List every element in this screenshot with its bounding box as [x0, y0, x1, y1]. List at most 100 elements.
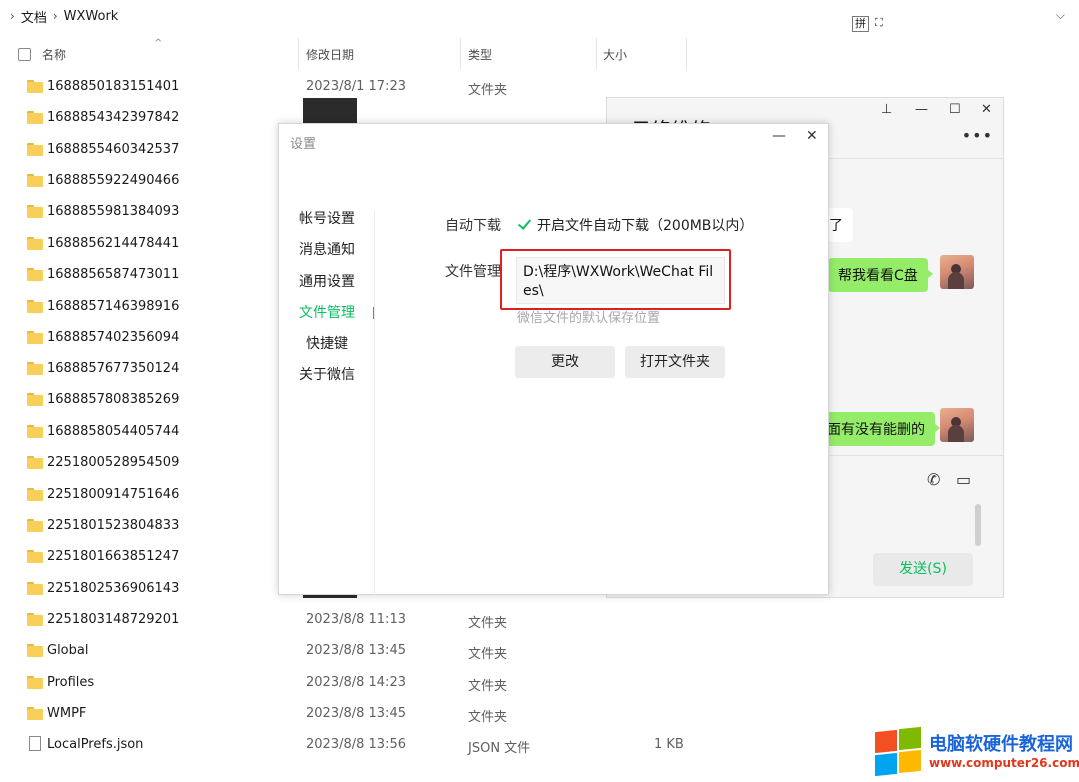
breadcrumb: › 文档 › WXWork ⌵ [0, 0, 1079, 32]
column-divider[interactable] [596, 38, 597, 70]
sort-up-icon: ^ [154, 38, 163, 49]
column-divider[interactable] [460, 38, 461, 70]
folder-icon [27, 456, 43, 469]
chat-message: 面有没有能删的 [817, 412, 940, 446]
file-name: 2251801523804833 [47, 518, 180, 533]
nav-item-account[interactable]: 帐号设置 [299, 208, 355, 228]
folder-icon [27, 582, 43, 595]
folder-icon [27, 268, 43, 281]
file-name: 1688856214478441 [47, 236, 180, 251]
folder-icon [27, 488, 43, 501]
folder-icon [27, 519, 43, 532]
file-name: 1688857677350124 [47, 361, 180, 376]
file-name: 2251800528954509 [47, 455, 180, 470]
file-name: 1688857402356094 [47, 330, 180, 345]
nav-item-about[interactable]: 关于微信 [299, 364, 355, 384]
chevron-down-icon[interactable]: ⌵ [1056, 8, 1065, 23]
folder-icon [27, 707, 43, 720]
ime-mode[interactable]: 拼 [852, 16, 869, 32]
watermark-title: 电脑软硬件教程网 [929, 734, 1073, 755]
column-divider[interactable] [298, 38, 299, 70]
ime-indicator[interactable]: 拼 ⛶ [852, 16, 883, 32]
more-icon[interactable]: ••• [962, 126, 993, 145]
file-name: 2251801663851247 [47, 549, 180, 564]
file-row[interactable]: Global 2023/8/8 13:45 文件夹 [0, 636, 720, 667]
video-icon[interactable]: ▭ [956, 470, 971, 489]
file-name: WMPF [47, 706, 87, 721]
breadcrumb-item[interactable]: WXWork [64, 9, 119, 24]
folder-icon [27, 205, 43, 218]
folder-icon [27, 80, 43, 93]
file-type: 文件夹 [468, 710, 508, 725]
file-row[interactable]: WMPF 2023/8/8 13:45 文件夹 [0, 699, 720, 730]
maximize-icon[interactable]: ☐ [949, 102, 961, 117]
folder-icon [27, 174, 43, 187]
change-button[interactable]: 更改 [515, 346, 615, 378]
file-size: 1 KB [654, 737, 684, 752]
folder-icon [27, 237, 43, 250]
nav-item-general[interactable]: 通用设置 [299, 271, 355, 291]
close-icon[interactable]: ✕ [981, 102, 992, 117]
chat-message: 帮我看看C盘 [828, 258, 933, 292]
file-name: 1688856587473011 [47, 267, 180, 282]
avatar[interactable] [940, 255, 974, 289]
file-name: 1688854342397842 [47, 110, 180, 125]
file-row[interactable]: 2251803148729201 2023/8/8 11:13 文件夹 [0, 605, 720, 636]
column-header: 名称 ^ 修改日期 类型 大小 [0, 38, 700, 70]
auto-download-checkbox[interactable] [517, 217, 531, 231]
watermark: 电脑软硬件教程网 www.computer26.com [873, 726, 1079, 778]
file-type: 文件夹 [468, 679, 508, 694]
select-all-checkbox[interactable] [18, 48, 31, 61]
pin-icon[interactable]: ⊥ [881, 102, 892, 117]
chevron-right-icon: › [52, 9, 58, 23]
file-date: 2023/8/8 11:13 [306, 612, 406, 627]
breadcrumb-item[interactable]: 文档 [21, 7, 47, 26]
file-date: 2023/8/8 14:23 [306, 675, 406, 690]
column-divider[interactable] [686, 38, 687, 70]
chevron-right-icon: › [10, 9, 15, 23]
file-name: 2251802536906143 [47, 581, 180, 596]
file-type: 文件夹 [468, 647, 508, 662]
column-type[interactable]: 类型 [468, 46, 492, 63]
nav-item-shortcuts[interactable]: 快捷键 [306, 333, 348, 353]
send-button[interactable]: 发送(S) [873, 553, 973, 586]
file-type: 文件夹 [468, 83, 508, 98]
file-name: 1688857808385269 [47, 392, 180, 407]
file-name: 1688858054405744 [47, 424, 180, 439]
folder-icon [27, 143, 43, 156]
open-folder-button[interactable]: 打开文件夹 [625, 346, 725, 378]
divider [374, 210, 375, 596]
fullscreen-icon[interactable]: ⛶ [875, 16, 883, 32]
auto-download-label: 自动下载 [445, 218, 501, 234]
watermark-url: www.computer26.com [929, 756, 1079, 770]
nav-item-notifications[interactable]: 消息通知 [299, 239, 355, 259]
file-date: 2023/8/1 17:23 [306, 79, 406, 94]
file-name: 1688855460342537 [47, 142, 180, 157]
folder-icon [27, 331, 43, 344]
windows-logo-icon [875, 726, 923, 777]
folder-icon [27, 613, 43, 626]
highlight-box [500, 249, 731, 310]
file-row[interactable]: Profiles 2023/8/8 14:23 文件夹 [0, 668, 720, 699]
folder-icon [27, 425, 43, 438]
column-date[interactable]: 修改日期 [306, 46, 354, 63]
column-size[interactable]: 大小 [603, 46, 627, 63]
column-name[interactable]: 名称 [42, 46, 66, 63]
scrollbar[interactable] [975, 504, 981, 546]
file-icon [29, 736, 41, 751]
file-date: 2023/8/8 13:56 [306, 737, 406, 752]
close-icon[interactable]: ✕ [806, 128, 818, 144]
file-date: 2023/8/8 13:45 [306, 643, 406, 658]
avatar[interactable] [940, 408, 974, 442]
file-name: LocalPrefs.json [47, 737, 144, 752]
nav-item-file-management[interactable]: 文件管理 [299, 302, 355, 322]
settings-dialog: 设置 — ✕ 帐号设置 消息通知 通用设置 文件管理 快捷键 关于微信 自动下载… [278, 123, 829, 596]
file-row[interactable]: LocalPrefs.json 2023/8/8 13:56 JSON 文件 1 KB [0, 730, 720, 761]
auto-download-checkbox-label[interactable]: 开启文件自动下载（200MB以内） [537, 215, 753, 235]
file-name: 1688850183151401 [47, 79, 180, 94]
file-type: 文件夹 [468, 616, 508, 631]
minimize-icon[interactable]: — [772, 128, 786, 144]
phone-icon[interactable]: ✆ [927, 470, 940, 489]
minimize-icon[interactable]: — [915, 102, 928, 117]
folder-icon [27, 300, 43, 313]
